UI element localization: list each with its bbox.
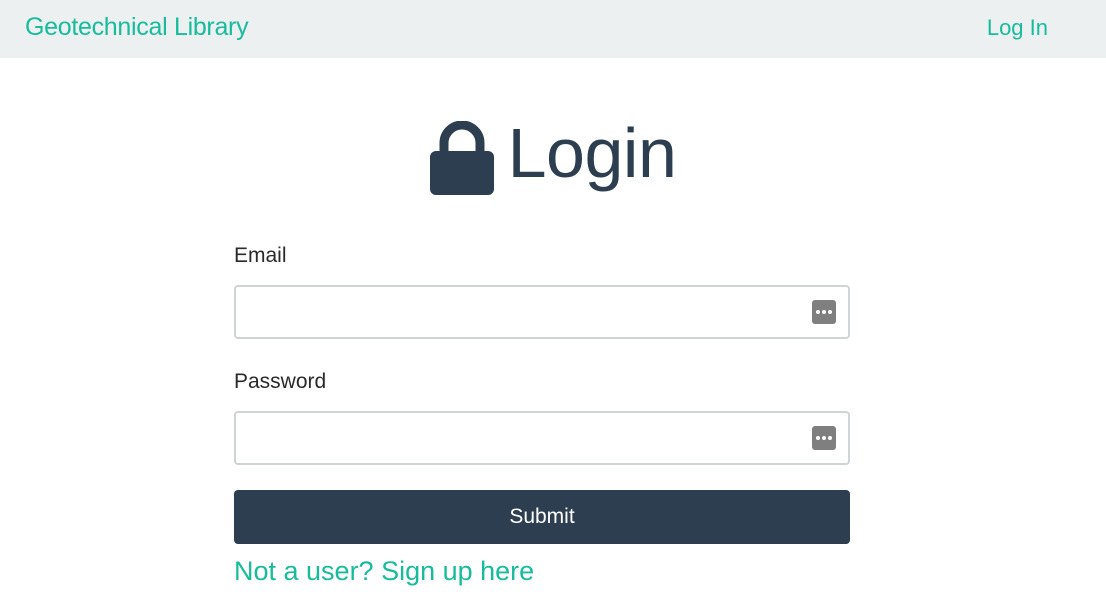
- top-navbar: Geotechnical Library Log In: [0, 0, 1106, 58]
- password-label: Password: [234, 370, 327, 393]
- email-field-wrapper: [234, 285, 850, 339]
- email-label: Email: [234, 244, 287, 267]
- page-title: Login: [0, 108, 1106, 198]
- password-manager-icon[interactable]: [812, 426, 836, 450]
- signup-link[interactable]: Not a user? Sign up here: [234, 556, 850, 587]
- brand-link[interactable]: Geotechnical Library: [25, 13, 249, 42]
- page-title-text: Login: [507, 114, 677, 192]
- nav-login-link[interactable]: Log In: [987, 15, 1048, 41]
- email-field[interactable]: [234, 285, 850, 339]
- login-form: Email Password Submit Not a user? Sign u…: [234, 240, 850, 587]
- password-field[interactable]: [234, 411, 850, 465]
- password-manager-icon[interactable]: [812, 300, 836, 324]
- lock-icon: [429, 121, 494, 195]
- password-field-wrapper: [234, 411, 850, 465]
- submit-button[interactable]: Submit: [234, 490, 850, 544]
